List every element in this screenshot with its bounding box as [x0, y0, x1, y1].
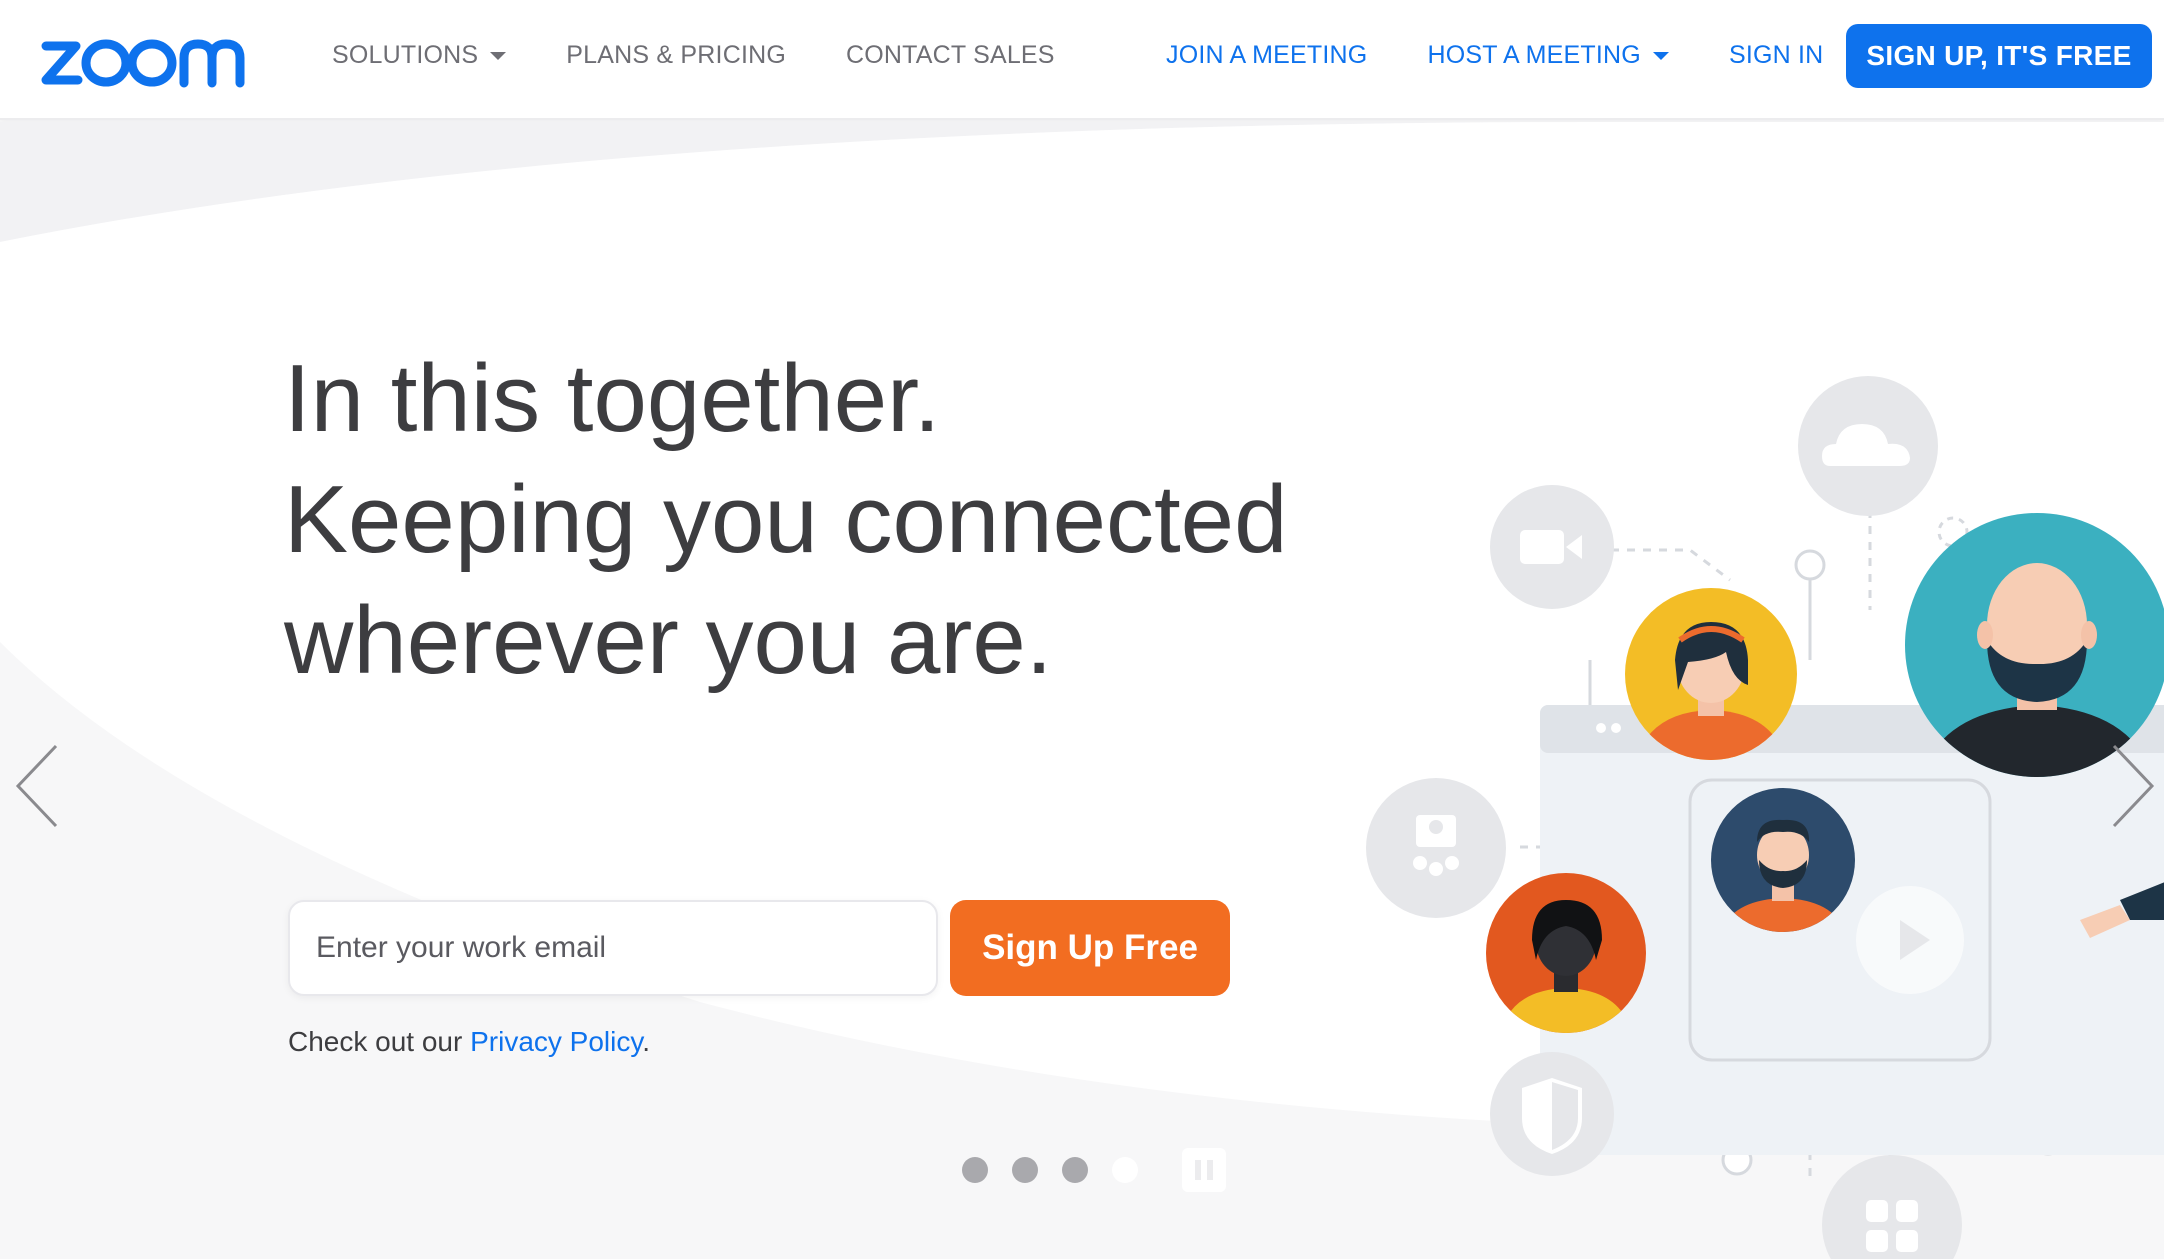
video-camera-icon	[1490, 485, 1614, 609]
nav-solutions[interactable]: SOLUTIONS	[332, 40, 507, 70]
nav-solutions-label: SOLUTIONS	[332, 40, 479, 69]
headline-line-2: Keeping you connected	[284, 466, 1288, 573]
caret-down-icon	[490, 52, 507, 60]
privacy-prefix: Check out our	[288, 1026, 471, 1057]
nav-contact-sales-label: CONTACT SALES	[846, 40, 1055, 69]
pause-icon[interactable]	[1182, 1148, 1226, 1192]
caret-down-icon	[1652, 52, 1669, 60]
privacy-suffix: .	[642, 1026, 651, 1057]
apps-grid-icon	[1822, 1155, 1962, 1259]
shield-icon	[1490, 1052, 1614, 1176]
hero-illustration	[1360, 360, 2164, 1259]
primary-nav: SOLUTIONS PLANS & PRICING CONTACT SALES	[332, 0, 1115, 110]
privacy-policy-link[interactable]: Privacy Policy	[470, 1026, 642, 1057]
nav-plans-pricing[interactable]: PLANS & PRICING	[566, 41, 786, 70]
sign-up-free-button[interactable]: Sign Up Free	[950, 900, 1230, 996]
chevron-right-icon	[2112, 744, 2155, 828]
nav-sign-in-label: SIGN IN	[1728, 40, 1824, 69]
carousel-previous-button[interactable]	[10, 738, 70, 834]
nav-host-meeting-label: HOST A MEETING	[1427, 40, 1641, 69]
headline-line-3: wherever you are.	[284, 587, 1053, 694]
nav-join-meeting-label: JOIN A MEETING	[1166, 40, 1368, 69]
zoom-logo-icon	[41, 39, 245, 88]
carousel-indicators	[962, 1148, 1226, 1192]
top-navigation-bar: SOLUTIONS PLANS & PRICING CONTACT SALES …	[0, 0, 2164, 120]
nav-sign-in[interactable]: SIGN IN	[1729, 41, 1823, 70]
cloud-icon	[1798, 376, 1938, 516]
headline-line-1: In this together.	[284, 345, 941, 452]
nav-plans-pricing-label: PLANS & PRICING	[566, 40, 787, 69]
nav-join-meeting[interactable]: JOIN A MEETING	[1166, 41, 1367, 70]
signup-free-button[interactable]: SIGN UP, IT'S FREE	[1846, 24, 2152, 88]
hero-headline: In this together. Keeping you connected …	[284, 338, 1384, 701]
chevron-left-icon	[15, 744, 58, 828]
play-icon	[1856, 886, 1964, 994]
account-nav: JOIN A MEETING HOST A MEETING SIGN IN	[1166, 0, 1883, 110]
carousel-dot-2[interactable]	[1012, 1157, 1038, 1183]
meeting-room-icon	[1366, 778, 1506, 918]
carousel-dot-4[interactable]	[1112, 1157, 1138, 1183]
work-email-input[interactable]	[288, 900, 938, 996]
nav-contact-sales[interactable]: CONTACT SALES	[846, 41, 1055, 70]
carousel-dot-3[interactable]	[1062, 1157, 1088, 1183]
zoom-logo[interactable]	[40, 22, 265, 92]
carousel-dot-1[interactable]	[962, 1157, 988, 1183]
carousel-next-button[interactable]	[2100, 738, 2160, 834]
nav-host-meeting[interactable]: HOST A MEETING	[1427, 41, 1669, 70]
privacy-notice: Check out our Privacy Policy.	[288, 1026, 650, 1058]
avatar-woman-headband	[1625, 588, 1797, 760]
